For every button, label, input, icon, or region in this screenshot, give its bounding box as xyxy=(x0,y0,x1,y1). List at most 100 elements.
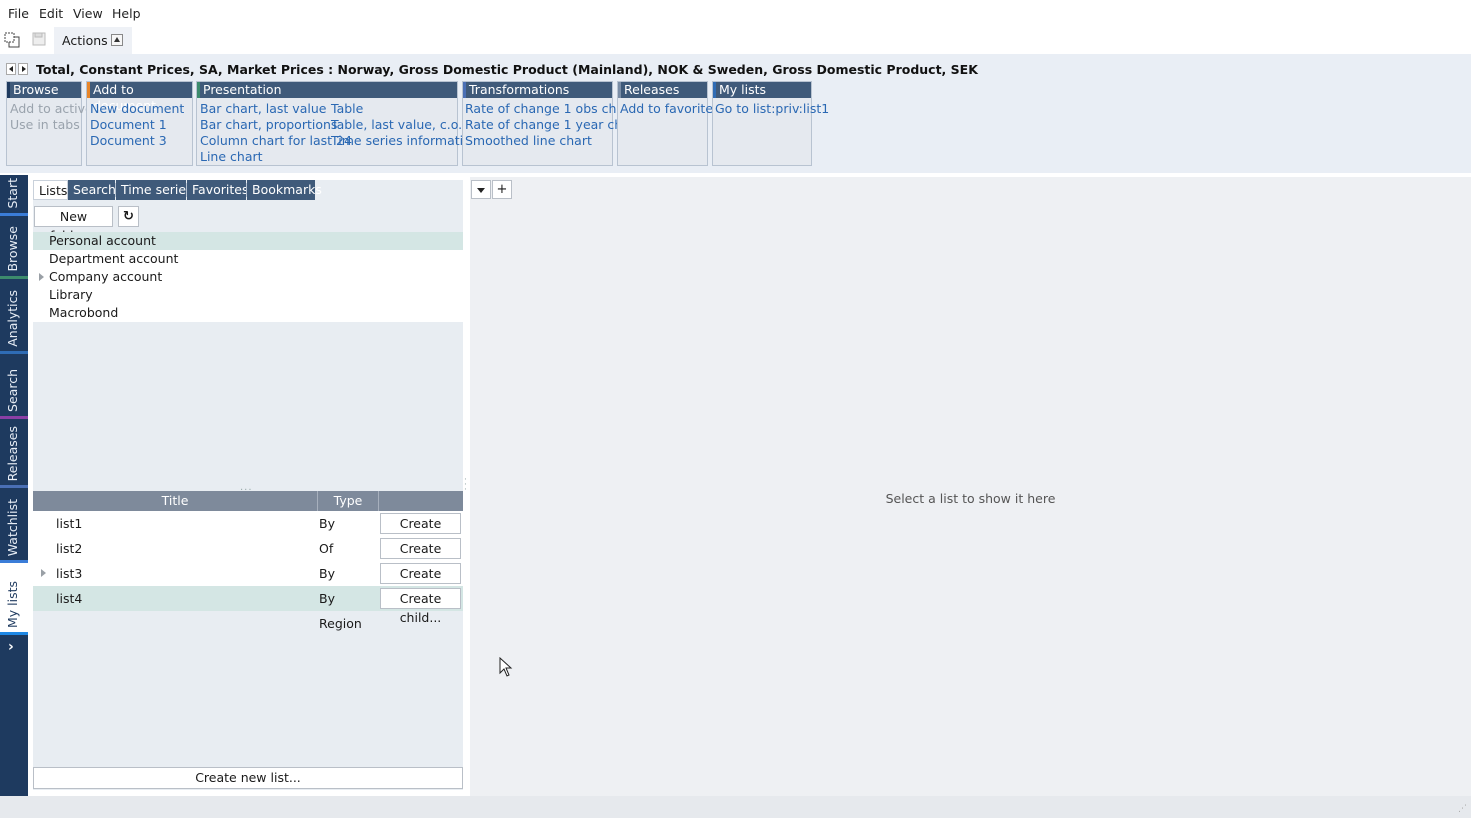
resize-grip-icon[interactable]: ⋰ xyxy=(1458,804,1467,814)
nav-forward-icon[interactable] xyxy=(18,63,28,75)
group-releases: Releases Add to favorites xyxy=(617,81,720,166)
group-my-lists: My lists Go to list:priv:list1 xyxy=(712,81,829,166)
table-last-value-link[interactable]: Table, last value, c.o.p. xyxy=(331,117,474,132)
table-row[interactable]: list4 By Region Create child... xyxy=(33,586,463,631)
expand-arrow-icon[interactable] xyxy=(39,273,44,281)
bar-chart-last-value-link[interactable]: Bar chart, last value xyxy=(200,101,326,116)
group-accent xyxy=(463,82,466,98)
tab-search[interactable]: Search xyxy=(68,180,116,200)
table-row[interactable]: list1 By Region Create child... xyxy=(33,511,463,556)
menu-edit[interactable]: Edit xyxy=(39,6,63,21)
sidebar-item-label: Watchlist xyxy=(5,498,20,556)
column-header-title[interactable]: Title xyxy=(33,491,318,511)
tree-item-label: Macrobond xyxy=(49,305,119,320)
rate-of-change-obs-link[interactable]: Rate of change 1 obs chart xyxy=(465,101,634,116)
sidebar: Start Browse Analytics Search Releases W… xyxy=(0,175,28,796)
account-tree: Personal account Department account Comp… xyxy=(33,232,463,322)
group-accent xyxy=(713,82,716,98)
save-icon xyxy=(32,32,46,49)
group-releases-header: Releases xyxy=(618,82,707,98)
add-tab-button[interactable]: + xyxy=(492,180,512,199)
group-transformations: Transformations Rate of change 1 obs cha… xyxy=(462,81,640,166)
table-row[interactable]: list2 Of Regions Create child... xyxy=(33,536,463,581)
new-folder-button[interactable]: New folder... xyxy=(34,206,113,243)
list-detail-panel: + Select a list to show it here xyxy=(470,177,1471,796)
document-1-link[interactable]: Document 1 xyxy=(90,117,167,132)
tab-lists[interactable]: Lists xyxy=(33,180,68,200)
tree-item-library[interactable]: Library xyxy=(33,286,463,304)
group-accent xyxy=(7,82,10,98)
group-presentation: Presentation Bar chart, last value Bar c… xyxy=(196,81,479,166)
row-title: list3 xyxy=(56,566,83,581)
group-transformations-title: Transformations xyxy=(469,82,570,97)
sidebar-item-my-lists[interactable]: My lists xyxy=(0,563,28,635)
chevron-right-icon[interactable]: › xyxy=(8,639,14,655)
tab-favorites[interactable]: Favorites xyxy=(187,180,248,200)
table-row[interactable]: list3 By Region Create child... xyxy=(33,561,463,606)
vertical-splitter[interactable]: · · · xyxy=(464,476,468,495)
sidebar-item-watchlist[interactable]: Watchlist xyxy=(0,488,28,563)
sidebar-item-analytics[interactable]: Analytics xyxy=(0,279,28,354)
tree-item-macrobond[interactable]: Macrobond xyxy=(33,304,463,322)
nav-back-icon[interactable] xyxy=(6,63,16,75)
row-title: list2 xyxy=(56,541,83,556)
create-new-list-button[interactable]: Create new list... xyxy=(33,767,463,789)
time-series-information-link[interactable]: Time series information xyxy=(331,133,479,148)
create-child-button[interactable]: Create child... xyxy=(380,588,461,625)
actions-toggle[interactable]: Actions xyxy=(54,27,132,54)
sidebar-item-browse[interactable]: Browse xyxy=(0,216,28,279)
sidebar-item-search[interactable]: Search xyxy=(0,354,28,419)
bar-chart-proportions-link[interactable]: Bar chart, proportions xyxy=(200,117,337,132)
create-child-button[interactable]: Create child... xyxy=(380,563,461,600)
go-to-list-link[interactable]: Go to list:priv:list1 xyxy=(715,101,829,116)
sidebar-item-releases[interactable]: Releases xyxy=(0,419,28,488)
document-3-link[interactable]: Document 3 xyxy=(90,133,167,148)
sidebar-item-label: Browse xyxy=(5,226,20,272)
toolbar: Actions xyxy=(0,27,1471,54)
tree-item-department-account[interactable]: Department account xyxy=(33,250,463,268)
menu-bar: File Edit View Help xyxy=(0,0,1471,27)
sidebar-item-label: Start xyxy=(5,178,20,209)
chevron-down-icon[interactable] xyxy=(471,180,491,199)
column-chart-link[interactable]: Column chart for last 24 xyxy=(200,133,352,148)
menu-help[interactable]: Help xyxy=(112,6,141,21)
group-accent xyxy=(618,82,621,98)
tree-item-personal-account[interactable]: Personal account xyxy=(33,232,463,250)
menu-view[interactable]: View xyxy=(73,6,103,21)
create-child-button[interactable]: Create child... xyxy=(380,513,461,550)
add-to-active-link: Add to active xyxy=(10,101,93,116)
group-presentation-header: Presentation xyxy=(197,82,457,98)
group-releases-title: Releases xyxy=(624,82,680,97)
expand-arrow-icon[interactable] xyxy=(41,569,46,577)
group-accent xyxy=(197,82,200,98)
column-header-type[interactable]: Type xyxy=(318,491,379,511)
sidebar-item-label: Releases xyxy=(5,425,20,481)
group-add-to-document: Add to document New document Document 1 … xyxy=(86,81,193,166)
sidebar-accent xyxy=(0,632,28,635)
copy-icon[interactable] xyxy=(4,32,22,51)
group-presentation-title: Presentation xyxy=(203,82,282,97)
sidebar-item-label: Search xyxy=(5,369,20,412)
tree-item-company-account[interactable]: Company account xyxy=(33,268,463,286)
table-link[interactable]: Table xyxy=(331,101,363,116)
create-child-button[interactable]: Create child... xyxy=(380,538,461,575)
sidebar-item-start[interactable]: Start xyxy=(0,175,28,216)
group-browse-title: Browse xyxy=(13,82,59,97)
add-to-favorites-link[interactable]: Add to favorites xyxy=(620,101,720,116)
tab-time-series[interactable]: Time series xyxy=(116,180,193,200)
lists-panel: Lists Search Time series Favorites Bookm… xyxy=(33,180,463,790)
refresh-icon[interactable]: ↻ xyxy=(118,206,139,227)
group-my-lists-title: My lists xyxy=(719,82,767,97)
new-document-link[interactable]: New document xyxy=(90,101,184,116)
grid-header: Title Type xyxy=(33,491,463,511)
rate-of-change-year-link[interactable]: Rate of change 1 year chart xyxy=(465,117,640,132)
line-chart-link[interactable]: Line chart xyxy=(200,149,263,164)
group-transformations-header: Transformations xyxy=(463,82,612,98)
tree-item-label: Library xyxy=(49,287,93,302)
collapse-up-icon[interactable] xyxy=(111,34,123,46)
sidebar-item-label: Analytics xyxy=(5,290,20,347)
menu-file[interactable]: File xyxy=(8,6,29,21)
smoothed-line-chart-link[interactable]: Smoothed line chart xyxy=(465,133,592,148)
tab-bookmarks[interactable]: Bookmarks xyxy=(247,180,322,200)
status-bar: ⋰ xyxy=(0,796,1471,818)
